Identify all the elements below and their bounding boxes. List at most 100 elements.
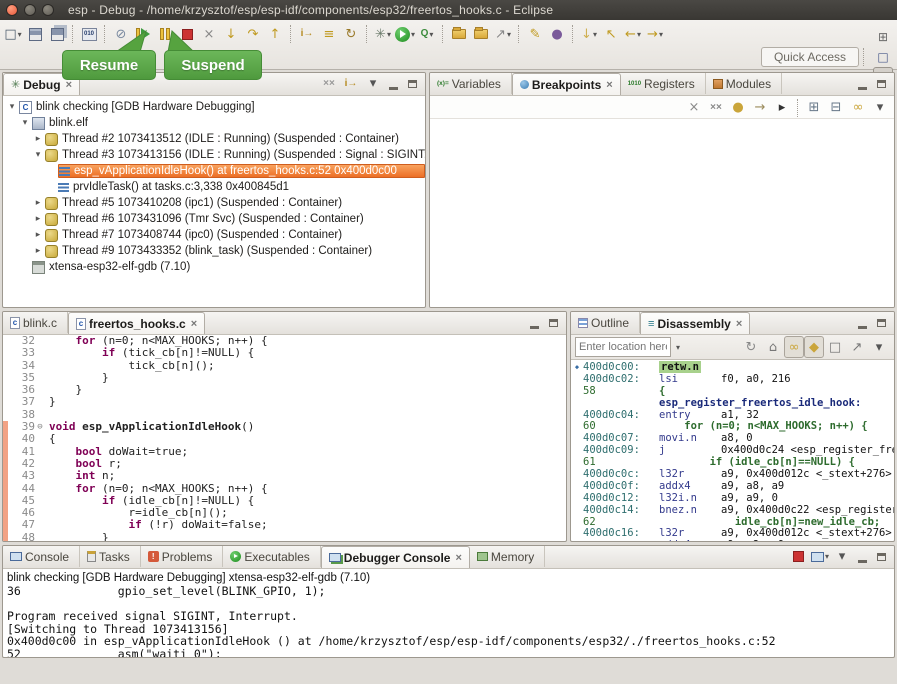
remove-all-terminated-button[interactable]: ×× bbox=[318, 73, 340, 95]
use-step-filters-button[interactable]: ≡ bbox=[318, 23, 340, 45]
dropdown-arrow-icon[interactable]: ▾ bbox=[825, 552, 829, 561]
build-button[interactable]: 010 bbox=[78, 23, 100, 45]
collapse-arrow-icon[interactable]: ▾ bbox=[20, 118, 30, 128]
open-folder-button[interactable] bbox=[470, 23, 492, 45]
view-tab-problems[interactable]: !Problems bbox=[141, 546, 224, 567]
close-tab-icon[interactable]: × bbox=[191, 318, 197, 330]
link-with-debug-view-button[interactable]: ∞ bbox=[847, 97, 869, 119]
window-close-button[interactable] bbox=[6, 4, 18, 16]
new-wizard-button[interactable]: □▾ bbox=[2, 23, 24, 45]
maximize-view-button[interactable] bbox=[872, 313, 891, 332]
globe-button[interactable]: ● bbox=[546, 23, 568, 45]
dropdown-arrow-icon[interactable]: ▾ bbox=[411, 30, 415, 39]
debug-tree-item[interactable]: ▸Thread #5 1073410208 (ipc1) (Suspended … bbox=[3, 195, 425, 211]
editor-tab-freertos-hooks-c[interactable]: cfreertos_hooks.c× bbox=[68, 312, 205, 334]
window-maximize-button[interactable] bbox=[42, 4, 54, 16]
launch-button[interactable]: ↗▾ bbox=[492, 23, 514, 45]
dropdown-arrow-icon[interactable]: ▾ bbox=[429, 30, 433, 39]
pencil-button[interactable]: ✎ bbox=[524, 23, 546, 45]
code-line-35[interactable]: 35 } bbox=[3, 372, 566, 384]
display-selected-console-button[interactable]: ▾ bbox=[809, 546, 831, 568]
annotation-nav-button[interactable]: ↓▾ bbox=[578, 23, 600, 45]
maximize-view-button[interactable] bbox=[544, 313, 563, 332]
debug-tree-item[interactable]: ▾blink.elf bbox=[3, 115, 425, 131]
view-menu-button[interactable]: ▾ bbox=[868, 336, 890, 358]
close-tab-icon[interactable]: × bbox=[455, 552, 461, 564]
view-tab-variables[interactable]: (x)=Variables bbox=[430, 73, 512, 94]
step-return-button[interactable]: ↑ bbox=[264, 23, 286, 45]
debug-tree-item[interactable]: ▸Thread #9 1073433352 (blink_task) (Susp… bbox=[3, 243, 425, 259]
disassembly-row[interactable]: 58{ bbox=[571, 386, 894, 398]
pin-view-button[interactable]: ↗ bbox=[846, 336, 868, 358]
code-editor[interactable]: 32 for (n=0; n<MAX_HOOKS; n++) {33 if (t… bbox=[3, 335, 566, 542]
remove-all-breakpoints-button[interactable]: ×× bbox=[705, 97, 727, 119]
view-menu-button[interactable]: ▾ bbox=[831, 546, 853, 568]
collapse-arrow-icon[interactable]: ▾ bbox=[33, 150, 43, 160]
save-all-button[interactable] bbox=[46, 23, 68, 45]
remove-breakpoint-button[interactable]: × bbox=[683, 97, 705, 119]
view-tab-breakpoints[interactable]: Breakpoints× bbox=[512, 73, 621, 95]
resume-button[interactable] bbox=[132, 23, 154, 45]
instruction-stepping-mode-button[interactable]: i→ bbox=[340, 73, 362, 95]
terminate-console-button[interactable] bbox=[787, 546, 809, 568]
disassembly-row[interactable]: 400d0c0f:addx4a9, a8, a9 bbox=[571, 481, 894, 493]
restart-button[interactable]: ↻ bbox=[340, 23, 362, 45]
select-pointer-button[interactable]: ▸ bbox=[771, 97, 793, 119]
dropdown-arrow-icon[interactable]: ▾ bbox=[387, 30, 391, 39]
quick-access-button[interactable]: Quick Access bbox=[761, 47, 859, 67]
location-input[interactable] bbox=[575, 337, 671, 357]
show-breakpoints-for-button[interactable]: ● bbox=[727, 97, 749, 119]
suspend-button[interactable] bbox=[154, 23, 176, 45]
disassembly-listing[interactable]: ◆400d0c00:retw.n400d0c02:lsif0, a0, 2165… bbox=[571, 360, 894, 542]
disconnect-button[interactable]: × bbox=[198, 23, 220, 45]
view-tab-registers[interactable]: 1010Registers bbox=[621, 73, 706, 94]
maximize-view-button[interactable] bbox=[403, 74, 422, 93]
collapse-all-button[interactable]: ⊟ bbox=[825, 97, 847, 119]
new-project-folder-button[interactable] bbox=[448, 23, 470, 45]
home-button[interactable]: ⌂ bbox=[762, 336, 784, 358]
minimize-view-button[interactable] bbox=[853, 313, 872, 332]
view-tab-tasks[interactable]: Tasks bbox=[80, 546, 141, 567]
dropdown-arrow-icon[interactable]: ▾ bbox=[18, 30, 22, 39]
maximize-view-button[interactable] bbox=[872, 74, 891, 93]
location-dropdown-button[interactable]: ▾ bbox=[671, 337, 685, 357]
dropdown-arrow-icon[interactable]: ▾ bbox=[659, 30, 663, 39]
debug-tree-item[interactable]: ▸Thread #2 1073413512 (IDLE : Running) (… bbox=[3, 131, 425, 147]
code-line-36[interactable]: 36 } bbox=[3, 384, 566, 396]
step-over-button[interactable]: ↷ bbox=[242, 23, 264, 45]
back-button[interactable]: ←▾ bbox=[622, 23, 644, 45]
code-line-37[interactable]: 37} bbox=[3, 396, 566, 408]
view-tab-disassembly[interactable]: ≡Disassembly× bbox=[640, 312, 750, 334]
disassembly-row[interactable]: addx4a9, a8, a9 bbox=[571, 540, 894, 542]
close-tab-icon[interactable]: × bbox=[66, 79, 72, 91]
dropdown-arrow-icon[interactable]: ▾ bbox=[507, 30, 511, 39]
dropdown-arrow-icon[interactable]: ▾ bbox=[637, 30, 641, 39]
code-line-48[interactable]: 48 } bbox=[3, 532, 566, 542]
last-edit-location-button[interactable]: ↖ bbox=[600, 23, 622, 45]
code-line-39[interactable]: 39⊖void esp_vApplicationIdleHook() bbox=[3, 421, 566, 433]
instruction-stepping-button[interactable]: i→ bbox=[296, 23, 318, 45]
minimize-view-button[interactable] bbox=[525, 313, 544, 332]
dropdown-arrow-icon[interactable]: ▾ bbox=[593, 30, 597, 39]
c-cpp-perspective-button[interactable]: □ bbox=[873, 47, 893, 67]
disassembly-row[interactable]: 400d0c12:l32i.na9, a9, 0 bbox=[571, 493, 894, 505]
close-tab-icon[interactable]: × bbox=[606, 79, 612, 91]
expand-arrow-icon[interactable]: ▸ bbox=[33, 134, 43, 144]
track-expression-button[interactable]: ◆ bbox=[804, 336, 824, 358]
terminate-button[interactable] bbox=[176, 23, 198, 45]
debug-tree-item[interactable]: ▸Thread #7 1073408744 (ipc0) (Suspended … bbox=[3, 227, 425, 243]
debug-tree-item[interactable]: ▾Thread #3 1073413156 (IDLE : Running) (… bbox=[3, 147, 425, 163]
open-new-view-button[interactable]: □ bbox=[824, 336, 846, 358]
run-button[interactable]: ▾ bbox=[394, 23, 416, 45]
maximize-view-button[interactable] bbox=[872, 547, 891, 566]
view-tab-memory[interactable]: Memory bbox=[470, 546, 545, 567]
expand-arrow-icon[interactable]: ▸ bbox=[33, 198, 43, 208]
disassembly-row[interactable]: esp_register_freertos_idle_hook: bbox=[571, 398, 894, 410]
view-menu-button[interactable]: ▾ bbox=[869, 97, 891, 119]
expand-arrow-icon[interactable]: ▸ bbox=[33, 230, 43, 240]
close-tab-icon[interactable]: × bbox=[736, 318, 742, 330]
fold-collapse-icon[interactable]: ⊖ bbox=[35, 421, 45, 433]
expand-arrow-icon[interactable]: ▸ bbox=[33, 214, 43, 224]
disassembly-row[interactable]: 400d0c14:bnez.na9, 0x400d0c22 <esp_regis… bbox=[571, 505, 894, 517]
view-tab-modules[interactable]: Modules bbox=[706, 73, 782, 94]
